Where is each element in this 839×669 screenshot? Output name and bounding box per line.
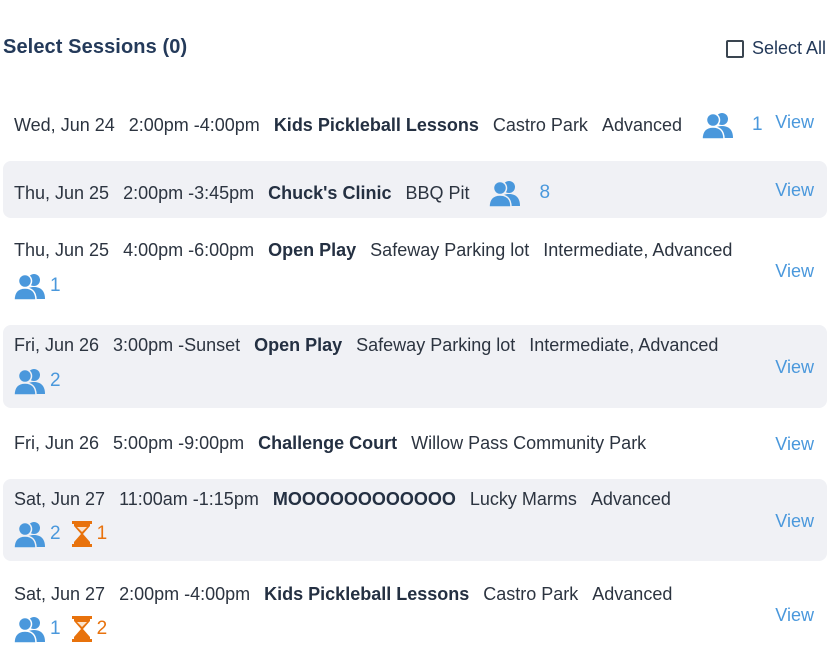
players-count: 2 bbox=[50, 370, 61, 391]
session-level: Advanced bbox=[592, 584, 673, 604]
session-location: Safeway Parking lot bbox=[370, 240, 530, 260]
session-name: Chuck's Clinic bbox=[268, 182, 392, 203]
players-count: 1 bbox=[50, 275, 61, 296]
people-icon bbox=[702, 111, 734, 139]
session-location: BBQ Pit bbox=[405, 182, 470, 203]
people-icon bbox=[489, 179, 521, 207]
people-icon bbox=[14, 367, 46, 395]
people-icon bbox=[14, 520, 46, 548]
session-date: Fri, Jun 26 bbox=[14, 433, 100, 453]
players-badge: 2 bbox=[14, 520, 61, 548]
session-date: Sat, Jun 27 bbox=[14, 584, 106, 604]
waitlist-count: 2 bbox=[96, 618, 108, 639]
session-badges: 2 bbox=[14, 367, 71, 395]
session-badges: 2 1 bbox=[14, 520, 117, 548]
waitlist-badge: 1 bbox=[71, 521, 108, 547]
session-date: Fri, Jun 26 bbox=[14, 335, 100, 355]
session-time: 2:00pm -4:00pm bbox=[119, 584, 251, 604]
session-name: Challenge Court bbox=[258, 433, 398, 453]
players-badge: 1 bbox=[14, 615, 61, 643]
session-level: Advanced bbox=[601, 114, 682, 135]
session-location: Willow Pass Community Park bbox=[411, 433, 647, 453]
session-row[interactable]: Wed, Jun 24 2:00pm -4:00pm Kids Pickleba… bbox=[3, 95, 827, 151]
players-badge: 1 bbox=[14, 272, 61, 300]
checkbox-icon[interactable] bbox=[725, 39, 744, 58]
session-name: Open Play bbox=[268, 240, 357, 260]
session-row[interactable]: Thu, Jun 25 4:00pm -6:00pm Open Play Saf… bbox=[3, 228, 827, 318]
session-badges: 1 bbox=[702, 111, 787, 139]
session-row[interactable]: Fri, Jun 26 5:00pm -9:00pm Challenge Cou… bbox=[3, 415, 827, 472]
people-icon bbox=[14, 272, 46, 300]
session-time: 11:00am -1:15pm bbox=[119, 489, 259, 509]
players-badge: 1 bbox=[702, 111, 777, 139]
view-link[interactable]: View bbox=[775, 357, 814, 378]
session-date: Thu, Jun 25 bbox=[14, 182, 110, 203]
session-level: Intermediate, Advanced bbox=[543, 240, 733, 260]
view-link[interactable]: View bbox=[775, 511, 814, 532]
session-date: Thu, Jun 25 bbox=[14, 240, 110, 260]
hourglass-icon bbox=[71, 521, 93, 547]
hourglass-icon bbox=[71, 616, 93, 642]
session-row[interactable]: Sat, Jun 27 2:00pm -4:00pm Kids Pickleba… bbox=[3, 568, 827, 663]
session-location: Castro Park bbox=[492, 114, 588, 135]
players-badge: 8 bbox=[489, 179, 564, 207]
players-count: 2 bbox=[50, 523, 61, 544]
session-time: 5:00pm -9:00pm bbox=[113, 433, 245, 453]
select-all-control[interactable]: Select All bbox=[725, 38, 826, 59]
view-link[interactable]: View bbox=[775, 434, 814, 455]
session-date: Sat, Jun 27 bbox=[14, 489, 106, 509]
session-name: Open Play bbox=[254, 335, 343, 355]
session-row[interactable]: Sat, Jun 27 11:00am -1:15pm MOOOOOOOOOOO… bbox=[3, 479, 827, 561]
waitlist-count: 1 bbox=[96, 523, 108, 544]
people-icon bbox=[14, 615, 46, 643]
players-count: 8 bbox=[539, 182, 551, 203]
view-link[interactable]: View bbox=[775, 112, 814, 133]
session-time: 4:00pm -6:00pm bbox=[123, 240, 255, 260]
session-badges: 1 bbox=[14, 272, 71, 300]
view-link[interactable]: View bbox=[775, 261, 814, 282]
session-name: Kids Pickleball Lessons bbox=[273, 114, 479, 135]
session-badges: 8 bbox=[489, 179, 574, 207]
session-time: 3:00pm -Sunset bbox=[113, 335, 241, 355]
session-location: Castro Park bbox=[483, 584, 579, 604]
session-row[interactable]: Fri, Jun 26 3:00pm -Sunset Open Play Saf… bbox=[3, 325, 827, 408]
sessions-header: Select Sessions (0) Select All bbox=[0, 0, 839, 95]
session-level: Advanced bbox=[590, 489, 671, 509]
page-title: Select Sessions (0) bbox=[3, 36, 188, 58]
session-name: Kids Pickleball Lessons bbox=[264, 584, 470, 604]
players-badge: 2 bbox=[14, 367, 61, 395]
session-time: 2:00pm -3:45pm bbox=[123, 182, 255, 203]
session-time: 2:00pm -4:00pm bbox=[128, 114, 260, 135]
players-count: 1 bbox=[50, 618, 61, 639]
view-link[interactable]: View bbox=[775, 180, 814, 201]
session-date: Wed, Jun 24 bbox=[14, 114, 115, 135]
session-name: MOOOOOOOOOOOO bbox=[272, 489, 456, 509]
view-link[interactable]: View bbox=[775, 605, 814, 626]
session-location: Lucky Marms bbox=[469, 489, 577, 509]
select-all-label: Select All bbox=[751, 38, 826, 58]
session-badges: 1 2 bbox=[14, 615, 117, 643]
session-level: Intermediate, Advanced bbox=[529, 335, 719, 355]
waitlist-badge: 2 bbox=[71, 616, 108, 642]
session-row[interactable]: Thu, Jun 25 2:00pm -3:45pm Chuck's Clini… bbox=[3, 161, 827, 218]
session-location: Safeway Parking lot bbox=[356, 335, 516, 355]
players-count: 1 bbox=[752, 114, 763, 135]
